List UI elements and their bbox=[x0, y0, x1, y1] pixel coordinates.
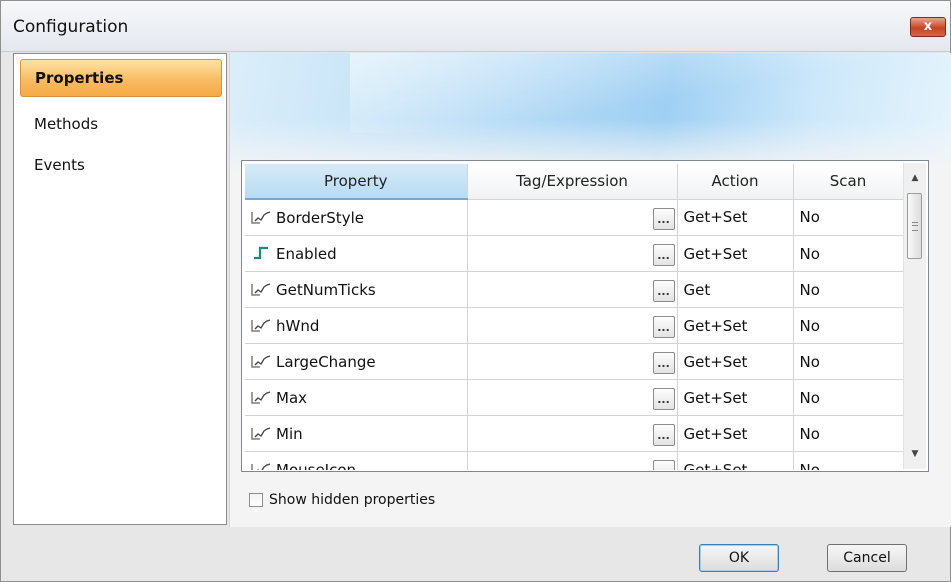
cancel-button[interactable]: Cancel bbox=[827, 544, 907, 572]
table-row[interactable]: Enabled... Get+Set No bbox=[245, 235, 903, 272]
scan-cell[interactable]: No bbox=[793, 199, 903, 236]
property-cell[interactable]: GetNumTicks bbox=[245, 271, 468, 308]
column-header-scan[interactable]: Scan bbox=[793, 164, 903, 200]
browse-tag-button[interactable]: ... bbox=[652, 388, 675, 410]
show-hidden-option[interactable]: Show hidden properties bbox=[249, 490, 435, 510]
close-icon: x bbox=[923, 19, 933, 34]
table-row[interactable]: MouseIcon...Get+SetNo bbox=[245, 451, 903, 471]
browse-tag-button[interactable]: ... bbox=[652, 460, 675, 470]
property-name: Enabled bbox=[276, 244, 337, 263]
properties-grid: Property Tag/Expression Action Scan Bord… bbox=[241, 160, 929, 472]
table-row[interactable]: hWnd... Get+Set No bbox=[245, 307, 903, 344]
analog-tag-icon bbox=[251, 282, 271, 296]
sidebar-item-properties[interactable]: Properties bbox=[20, 59, 222, 97]
property-cell[interactable]: MouseIcon bbox=[245, 451, 468, 471]
scan-cell[interactable]: No bbox=[793, 451, 903, 470]
analog-tag-icon bbox=[251, 318, 271, 332]
column-header-property[interactable]: Property bbox=[245, 164, 468, 200]
action-cell[interactable]: Get+Set bbox=[677, 307, 794, 344]
analog-tag-icon bbox=[251, 354, 271, 368]
action-cell[interactable]: Get bbox=[677, 271, 794, 308]
tag-expression-cell[interactable]: ... bbox=[467, 379, 678, 416]
sidebar-item-label: Methods bbox=[34, 115, 99, 133]
tag-expression-cell[interactable]: ... bbox=[467, 451, 678, 470]
scroll-up-arrow-icon[interactable]: ▲ bbox=[904, 167, 926, 189]
property-cell[interactable]: Enabled bbox=[245, 235, 468, 272]
analog-tag-icon bbox=[251, 426, 271, 440]
scan-cell[interactable]: No bbox=[793, 343, 903, 380]
property-name: Min bbox=[276, 424, 303, 443]
tag-expression-cell[interactable]: ... bbox=[467, 307, 678, 344]
property-cell[interactable]: hWnd bbox=[245, 307, 468, 344]
property-name: Max bbox=[276, 388, 308, 407]
property-name: MouseIcon bbox=[276, 460, 357, 471]
column-header-tag-expression[interactable]: Tag/Expression bbox=[467, 164, 678, 200]
property-name: LargeChange bbox=[276, 352, 376, 371]
browse-tag-button[interactable]: ... bbox=[652, 424, 675, 446]
title-bar: Configuration x bbox=[1, 1, 950, 52]
tag-expression-cell[interactable]: ... bbox=[467, 271, 678, 308]
configuration-dialog: Configuration x Properties Methods Event… bbox=[0, 0, 951, 582]
tag-expression-cell[interactable]: ... bbox=[467, 235, 678, 272]
analog-tag-icon bbox=[251, 390, 271, 404]
digital-tag-icon bbox=[251, 246, 271, 260]
scan-cell[interactable]: No bbox=[793, 415, 903, 452]
column-header-action[interactable]: Action bbox=[677, 164, 794, 200]
scroll-down-arrow-icon[interactable]: ▼ bbox=[904, 443, 926, 465]
scan-cell[interactable]: No bbox=[793, 379, 903, 416]
browse-tag-button[interactable]: ... bbox=[652, 244, 675, 266]
property-cell[interactable]: LargeChange bbox=[245, 343, 468, 380]
browse-tag-button[interactable]: ... bbox=[652, 207, 675, 230]
browse-tag-button[interactable]: ... bbox=[652, 316, 675, 338]
analog-tag-icon bbox=[251, 210, 271, 224]
header-banner bbox=[230, 53, 951, 173]
content-panel: Property Tag/Expression Action Scan Bord… bbox=[229, 53, 951, 527]
tag-expression-cell[interactable]: ... bbox=[467, 343, 678, 380]
analog-tag-icon bbox=[251, 462, 271, 470]
tag-expression-cell[interactable]: ... bbox=[467, 199, 678, 236]
close-button[interactable]: x bbox=[910, 17, 946, 37]
sidebar-item-label: Events bbox=[34, 156, 85, 174]
table-row[interactable]: Min... Get+Set No bbox=[245, 415, 903, 452]
property-cell[interactable]: Min bbox=[245, 415, 468, 452]
browse-tag-button[interactable]: ... bbox=[652, 352, 675, 374]
ok-button[interactable]: OK bbox=[699, 544, 779, 572]
vertical-scrollbar[interactable]: ▲ ▼ bbox=[903, 163, 926, 469]
action-cell[interactable]: Get+Set bbox=[677, 451, 794, 470]
window-title: Configuration bbox=[13, 17, 129, 37]
show-hidden-checkbox[interactable] bbox=[249, 493, 263, 507]
property-name: hWnd bbox=[276, 316, 320, 335]
table-body: BorderStyle... Get+Set No Enabled... Get+Set… bbox=[245, 199, 903, 470]
property-cell[interactable]: BorderStyle bbox=[245, 199, 468, 236]
table-row[interactable]: BorderStyle... Get+Set No bbox=[245, 199, 903, 236]
banner-sheen bbox=[350, 53, 950, 133]
action-cell[interactable]: Get+Set bbox=[677, 379, 794, 416]
scroll-thumb[interactable] bbox=[907, 193, 922, 259]
action-cell[interactable]: Get+Set bbox=[677, 415, 794, 452]
action-cell[interactable]: Get+Set bbox=[677, 199, 794, 236]
scan-cell[interactable]: No bbox=[793, 307, 903, 344]
property-name: GetNumTicks bbox=[276, 280, 376, 299]
action-cell[interactable]: Get+Set bbox=[677, 235, 794, 272]
tag-expression-cell[interactable]: ... bbox=[467, 415, 678, 452]
sidebar-item-label: Properties bbox=[35, 69, 124, 87]
table-row[interactable]: GetNumTicks... Get No bbox=[245, 271, 903, 308]
grip-icon bbox=[912, 222, 918, 231]
sidebar-item-events[interactable]: Events bbox=[20, 146, 222, 184]
table-row[interactable]: LargeChange... Get+Set No bbox=[245, 343, 903, 380]
browse-tag-button[interactable]: ... bbox=[652, 280, 675, 302]
properties-table: Property Tag/Expression Action Scan Bord… bbox=[245, 164, 903, 470]
grid-viewport: Property Tag/Expression Action Scan Bord… bbox=[245, 164, 903, 470]
property-cell[interactable]: Max bbox=[245, 379, 468, 416]
property-name: BorderStyle bbox=[276, 208, 364, 227]
sidebar: Properties Methods Events bbox=[13, 53, 227, 525]
table-header-row: Property Tag/Expression Action Scan bbox=[245, 164, 903, 200]
scan-cell[interactable]: No bbox=[793, 271, 903, 308]
show-hidden-label: Show hidden properties bbox=[269, 492, 436, 508]
sidebar-item-methods[interactable]: Methods bbox=[20, 105, 222, 143]
scan-cell[interactable]: No bbox=[793, 235, 903, 272]
table-row[interactable]: Max... Get+Set No bbox=[245, 379, 903, 416]
action-cell[interactable]: Get+Set bbox=[677, 343, 794, 380]
